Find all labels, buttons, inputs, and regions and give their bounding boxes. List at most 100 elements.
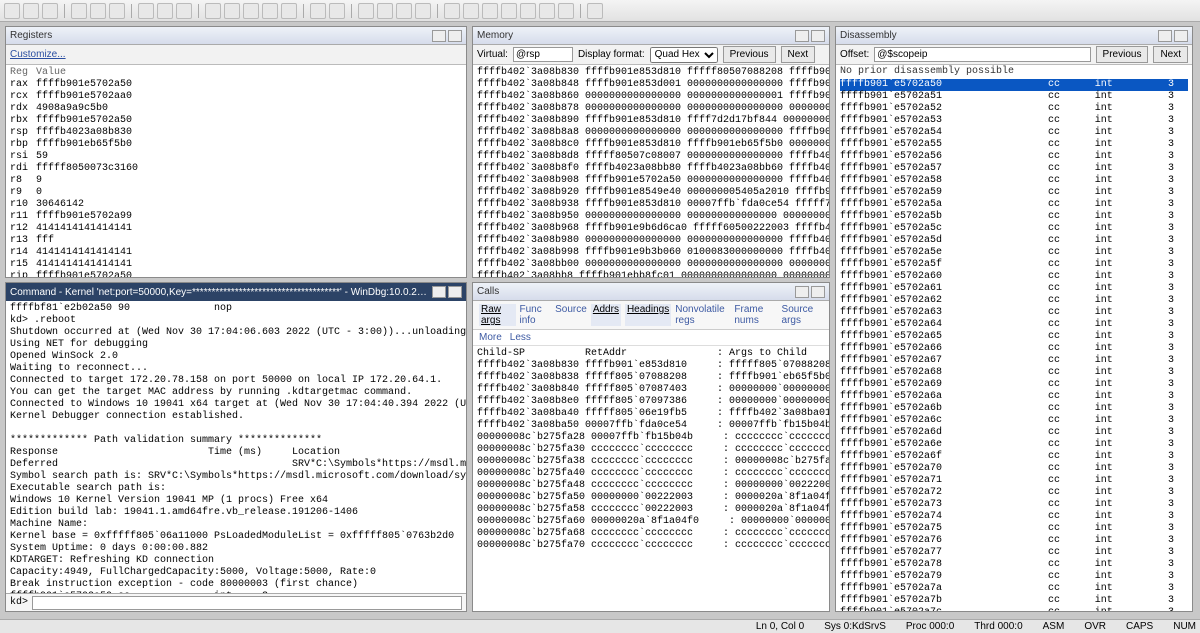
register-row[interactable]: rbpffffb901eb65f5b0 xyxy=(10,139,146,151)
next-button[interactable]: Next xyxy=(1153,46,1188,63)
disassembly-scroll[interactable]: No prior disassembly possible ffffb901`e… xyxy=(836,65,1192,611)
command-title-bar[interactable]: Command - Kernel 'net:port=50000,Key=***… xyxy=(6,283,466,301)
disasm-row[interactable]: ffffb901`e5702a61ccint3 xyxy=(840,283,1188,295)
toolbar-button[interactable] xyxy=(23,3,39,19)
toolbar-button[interactable] xyxy=(520,3,536,19)
dock-icon[interactable] xyxy=(1158,30,1172,42)
calls-tab[interactable]: Source args xyxy=(782,304,823,326)
toolbar-button[interactable] xyxy=(310,3,326,19)
prev-button[interactable]: Previous xyxy=(1096,46,1149,63)
toolbar-button[interactable] xyxy=(243,3,259,19)
calls-tab[interactable]: Nonvolatile regs xyxy=(675,304,730,326)
disasm-row[interactable]: ffffb901`e5702a65ccint3 xyxy=(840,331,1188,343)
dock-icon[interactable] xyxy=(432,30,446,42)
register-row[interactable]: r154141414141414141 xyxy=(10,259,146,271)
toolbar-button[interactable] xyxy=(501,3,517,19)
register-row[interactable]: rdx4908a9a9c5b0 xyxy=(10,103,146,115)
registers-scroll[interactable]: RegValueraxffffb901e5702a50rcxffffb901e5… xyxy=(6,65,466,277)
disasm-row[interactable]: ffffb901`e5702a60ccint3 xyxy=(840,271,1188,283)
toolbar-button[interactable] xyxy=(358,3,374,19)
disasm-row[interactable]: ffffb901`e5702a76ccint3 xyxy=(840,535,1188,547)
calls-title-bar[interactable]: Calls xyxy=(473,283,829,301)
offset-input[interactable] xyxy=(874,47,1090,62)
toolbar-button[interactable] xyxy=(4,3,20,19)
toolbar-button[interactable] xyxy=(262,3,278,19)
disasm-row[interactable]: ffffb901`e5702a64ccint3 xyxy=(840,319,1188,331)
disasm-row[interactable]: ffffb901`e5702a75ccint3 xyxy=(840,523,1188,535)
disasm-row[interactable]: ffffb901`e5702a69ccint3 xyxy=(840,379,1188,391)
toolbar-button[interactable] xyxy=(157,3,173,19)
register-row[interactable]: r11ffffb901e5702a99 xyxy=(10,211,146,223)
toolbar-button[interactable] xyxy=(90,3,106,19)
register-row[interactable]: rbxffffb901e5702a50 xyxy=(10,115,146,127)
toolbar-button[interactable] xyxy=(396,3,412,19)
toolbar-button[interactable] xyxy=(463,3,479,19)
register-row[interactable]: r124141414141414141 xyxy=(10,223,146,235)
register-row[interactable]: r90 xyxy=(10,187,146,199)
register-row[interactable]: rdifffff8050073c3160 xyxy=(10,163,146,175)
toolbar-button[interactable] xyxy=(329,3,345,19)
disasm-row[interactable]: ffffb901`e5702a55ccint3 xyxy=(840,139,1188,151)
disasm-row[interactable]: ffffb901`e5702a6cccint3 xyxy=(840,415,1188,427)
disasm-row[interactable]: ffffb901`e5702a50ccint3 xyxy=(840,79,1188,91)
disasm-row[interactable]: ffffb901`e5702a79ccint3 xyxy=(840,571,1188,583)
disasm-row[interactable]: ffffb901`e5702a74ccint3 xyxy=(840,511,1188,523)
disasm-row[interactable]: ffffb901`e5702a5dccint3 xyxy=(840,235,1188,247)
disasm-row[interactable]: ffffb901`e5702a5eccint3 xyxy=(840,247,1188,259)
close-icon[interactable] xyxy=(1174,30,1188,42)
disasm-row[interactable]: ffffb901`e5702a6accint3 xyxy=(840,391,1188,403)
toolbar-button[interactable] xyxy=(71,3,87,19)
close-icon[interactable] xyxy=(448,286,462,298)
next-button[interactable]: Next xyxy=(781,46,816,63)
register-row[interactable]: rcxffffb901e5702aa0 xyxy=(10,91,146,103)
calls-scroll[interactable]: Child-SP RetAddr : Args to Child ffffb40… xyxy=(473,346,829,611)
calls-tab[interactable]: Frame nums xyxy=(734,304,777,326)
register-row[interactable]: raxffffb901e5702a50 xyxy=(10,79,146,91)
calls-tab[interactable]: Addrs xyxy=(591,304,621,326)
command-input[interactable] xyxy=(32,596,462,610)
toolbar-button[interactable] xyxy=(377,3,393,19)
toolbar-button[interactable] xyxy=(482,3,498,19)
disasm-row[interactable]: ffffb901`e5702a72ccint3 xyxy=(840,487,1188,499)
toolbar-button[interactable] xyxy=(205,3,221,19)
toolbar-button[interactable] xyxy=(539,3,555,19)
registers-title-bar[interactable]: Registers xyxy=(6,27,466,45)
register-row[interactable]: r89 xyxy=(10,175,146,187)
disasm-row[interactable]: ffffb901`e5702a70ccint3 xyxy=(840,463,1188,475)
disasm-row[interactable]: ffffb901`e5702a54ccint3 xyxy=(840,127,1188,139)
disasm-row[interactable]: ffffb901`e5702a6dccint3 xyxy=(840,427,1188,439)
disasm-row[interactable]: ffffb901`e5702a53ccint3 xyxy=(840,115,1188,127)
disasm-row[interactable]: ffffb901`e5702a56ccint3 xyxy=(840,151,1188,163)
toolbar-button[interactable] xyxy=(224,3,240,19)
format-select[interactable]: Quad Hex xyxy=(650,47,718,63)
close-icon[interactable] xyxy=(811,286,825,298)
disasm-row[interactable]: ffffb901`e5702a5fccint3 xyxy=(840,259,1188,271)
close-icon[interactable] xyxy=(448,30,462,42)
disasm-row[interactable]: ffffb901`e5702a71ccint3 xyxy=(840,475,1188,487)
disasm-row[interactable]: ffffb901`e5702a7cccint3 xyxy=(840,607,1188,611)
register-row[interactable]: ripffffb901e5702a50 xyxy=(10,271,146,277)
disasm-row[interactable]: ffffb901`e5702a7accint3 xyxy=(840,583,1188,595)
toolbar-button[interactable] xyxy=(42,3,58,19)
disasm-row[interactable]: ffffb901`e5702a5accint3 xyxy=(840,199,1188,211)
register-row[interactable]: rsi59 xyxy=(10,151,146,163)
disasm-row[interactable]: ffffb901`e5702a68ccint3 xyxy=(840,367,1188,379)
toolbar-button[interactable] xyxy=(109,3,125,19)
dock-icon[interactable] xyxy=(795,30,809,42)
more-link[interactable]: More xyxy=(479,332,502,343)
calls-tab[interactable]: Headings xyxy=(625,304,671,326)
disasm-row[interactable]: ffffb901`e5702a6bccint3 xyxy=(840,403,1188,415)
dock-icon[interactable] xyxy=(795,286,809,298)
toolbar-button[interactable] xyxy=(281,3,297,19)
disasm-row[interactable]: ffffb901`e5702a73ccint3 xyxy=(840,499,1188,511)
dock-icon[interactable] xyxy=(432,286,446,298)
command-scroll[interactable]: ffffbf81`e2b02a50 90 nop kd> .reboot Shu… xyxy=(6,301,466,593)
calls-tab[interactable]: Raw args xyxy=(479,304,516,326)
disassembly-title-bar[interactable]: Disassembly xyxy=(836,27,1192,45)
disasm-row[interactable]: ffffb901`e5702a58ccint3 xyxy=(840,175,1188,187)
toolbar-button[interactable] xyxy=(587,3,603,19)
toolbar-button[interactable] xyxy=(415,3,431,19)
virtual-input[interactable] xyxy=(513,47,573,62)
disasm-row[interactable]: ffffb901`e5702a51ccint3 xyxy=(840,91,1188,103)
disasm-row[interactable]: ffffb901`e5702a5cccint3 xyxy=(840,223,1188,235)
